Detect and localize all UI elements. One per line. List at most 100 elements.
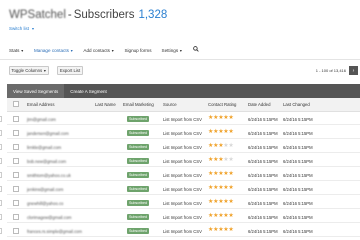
row-checkbox[interactable]	[13, 228, 19, 234]
row-checkbox[interactable]	[13, 172, 19, 178]
star-icon[interactable]: ★	[228, 157, 233, 163]
column-header-last-name[interactable]: Last Name	[95, 102, 116, 107]
email-cell[interactable]: jandersen@gmail.com	[27, 131, 69, 136]
source-cell: List Import from CSV	[163, 186, 202, 192]
export-list-label: Export List	[59, 68, 81, 73]
date-added-cell: 6/24/16 5:15PM	[248, 200, 278, 206]
row-checkbox[interactable]	[13, 214, 19, 220]
rating-stars[interactable]: ★★★★★	[208, 185, 234, 191]
row-checkbox[interactable]	[13, 116, 19, 122]
search-icon	[192, 46, 199, 52]
email-cell[interactable]: jtm@gmail.com	[27, 117, 56, 122]
signup-forms-label: Signup forms	[124, 47, 152, 53]
source-cell: List Import from CSV	[163, 158, 202, 164]
select-all-checkbox[interactable]	[13, 101, 19, 107]
last-changed-cell: 6/24/16 5:15PM	[283, 144, 313, 150]
page-title: Subscribers	[73, 9, 135, 21]
email-cell[interactable]: lirnkle@gmail.com	[27, 145, 61, 150]
table-row[interactable]: jtm@gmail.com Subscribed List Import from …	[7, 113, 360, 125]
table-row[interactable]: smithtom@yahoo.co.uk Subscribed List Impor…	[7, 169, 360, 181]
switch-list-link[interactable]: Switch list ▼	[9, 26, 35, 31]
email-cell[interactable]: smithtom@yahoo.co.uk	[27, 173, 71, 178]
table-row[interactable]: lirnkle@gmail.com Subscribed List Import f…	[7, 141, 360, 153]
manage-contacts-label: Manage contacts	[33, 47, 69, 53]
table-row[interactable]: gnewhill@yahoo.co Subscribed List Import f…	[7, 197, 360, 209]
table-row[interactable]: frances.rs.simple@gmail.com Subscribed Lis…	[7, 225, 360, 237]
stats-menu[interactable]: Stats▼	[9, 48, 24, 53]
email-cell[interactable]: jenkins@gmail.com	[27, 187, 63, 192]
next-page-button[interactable]: ›	[349, 66, 358, 75]
date-added-cell: 6/24/16 5:15PM	[248, 158, 278, 164]
table-row[interactable]: jenkins@gmail.com Subscribed List Import f…	[7, 183, 360, 195]
search-button[interactable]	[192, 46, 199, 54]
star-icon[interactable]: ★	[228, 227, 233, 233]
brand-name: WPSatchel	[9, 9, 66, 21]
rating-stars[interactable]: ★★★★★	[208, 171, 234, 177]
star-icon[interactable]: ★	[228, 143, 233, 149]
subscriber-count: 1,328	[138, 9, 168, 21]
chevron-down-icon: ▼	[43, 68, 47, 73]
column-header-last-changed[interactable]: Last Changed	[283, 102, 310, 107]
rating-stars[interactable]: ★★★★★	[208, 227, 234, 233]
rating-stars[interactable]: ★★★★★	[208, 115, 234, 121]
rating-stars[interactable]: ★★★★★	[208, 213, 234, 219]
view-saved-segments-tab[interactable]: View Saved Segments	[7, 84, 65, 98]
row-checkbox[interactable]	[13, 130, 19, 136]
source-cell: List Import from CSV	[163, 172, 202, 178]
row-checkbox[interactable]	[13, 158, 19, 164]
create-segment-label: Create A Segment	[70, 88, 107, 94]
last-changed-cell: 6/24/16 5:15PM	[283, 186, 313, 192]
column-header-source[interactable]: Source	[163, 102, 177, 107]
chevron-down-icon: ▼	[31, 27, 35, 31]
star-icon[interactable]: ★	[228, 171, 233, 177]
list-toolbar: Toggle Columns ▼ Export List 1 - 100 of 1…	[0, 66, 360, 76]
email-cell[interactable]: frances.rs.simple@gmail.com	[27, 229, 82, 234]
row-edge-marker	[0, 214, 2, 220]
column-header-date-added[interactable]: Date Added	[248, 102, 270, 107]
last-changed-cell: 6/24/16 5:15PM	[283, 228, 313, 234]
divider	[0, 59, 360, 60]
row-edge-marker	[0, 116, 2, 122]
source-cell: List Import from CSV	[163, 228, 202, 234]
rating-stars[interactable]: ★★★★★	[208, 129, 234, 135]
email-cell[interactable]: bob.new@gmail.com	[27, 159, 66, 164]
rating-stars[interactable]: ★★★★★	[208, 199, 234, 205]
row-checkbox[interactable]	[13, 144, 19, 150]
star-icon[interactable]: ★	[228, 213, 233, 219]
source-cell: List Import from CSV	[163, 200, 202, 206]
row-edge-marker	[0, 172, 2, 178]
column-header-email[interactable]: Email Address	[27, 102, 54, 107]
status-badge: Subscribed	[127, 158, 149, 164]
email-cell[interactable]: clorimagew@gmail.com	[27, 215, 72, 220]
add-contacts-menu[interactable]: Add contacts▼	[83, 48, 114, 53]
export-list-button[interactable]: Export List	[57, 66, 83, 75]
signup-forms-link[interactable]: Signup forms	[124, 48, 151, 53]
toggle-columns-button[interactable]: Toggle Columns ▼	[9, 66, 49, 75]
status-badge: Subscribed	[127, 172, 149, 178]
settings-menu[interactable]: Settings▼	[162, 48, 183, 53]
manage-contacts-menu[interactable]: Manage contacts▼	[34, 48, 73, 53]
star-icon[interactable]: ★	[228, 199, 233, 205]
source-cell: List Import from CSV	[163, 214, 202, 220]
column-header-email-marketing[interactable]: Email Marketing	[123, 102, 154, 107]
table-row[interactable]: jandersen@gmail.com Subscribed List Import…	[7, 127, 360, 139]
star-icon[interactable]: ★	[228, 129, 233, 135]
star-icon[interactable]: ★	[228, 185, 233, 191]
date-added-cell: 6/24/16 5:15PM	[248, 214, 278, 220]
chevron-right-icon: ›	[352, 67, 355, 74]
table-row[interactable]: clorimagew@gmail.com Subscribed List Impor…	[7, 211, 360, 223]
last-changed-cell: 6/24/16 5:15PM	[283, 172, 313, 178]
row-checkbox[interactable]	[13, 186, 19, 192]
rating-stars[interactable]: ★★★★★	[208, 143, 234, 149]
status-badge: Subscribed	[127, 144, 149, 150]
column-header-contact-rating[interactable]: Contact Rating	[208, 102, 236, 107]
chevron-down-icon: ▼	[20, 48, 24, 53]
table-header: Email Address Last Name Email Marketing …	[7, 98, 360, 112]
rating-stars[interactable]: ★★★★★	[208, 157, 234, 163]
email-cell[interactable]: gnewhill@yahoo.co	[27, 201, 63, 206]
star-icon[interactable]: ★	[228, 115, 233, 121]
table-row[interactable]: bob.new@gmail.com Subscribed List Import f…	[7, 155, 360, 167]
create-segment-tab[interactable]: Create A Segment	[64, 84, 113, 98]
row-checkbox[interactable]	[13, 200, 19, 206]
date-added-cell: 6/24/16 5:15PM	[248, 144, 278, 150]
